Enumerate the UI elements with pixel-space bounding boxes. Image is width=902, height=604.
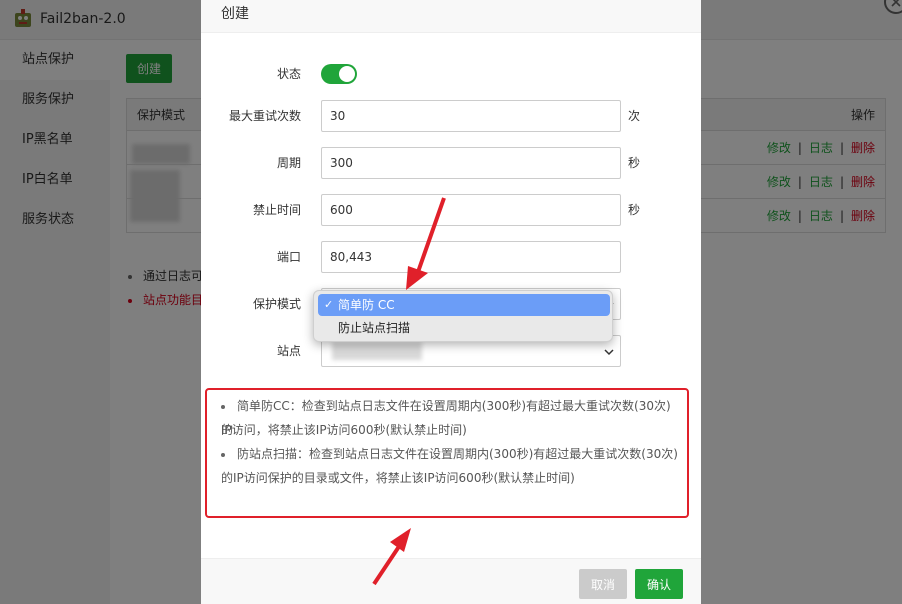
confirm-button[interactable]: 确认 xyxy=(635,569,683,599)
retry-label: 最大重试次数 xyxy=(228,109,301,123)
chevron-down-icon xyxy=(604,349,614,356)
status-label: 状态 xyxy=(276,67,301,81)
dialog-footer: 取消 确认 xyxy=(201,558,701,604)
description-box: 简单防CC：检查到站点日志文件在设置周期内(300秒)有超过最大重试次数(30次… xyxy=(205,388,689,518)
port-row: 端口 xyxy=(201,241,701,273)
create-dialog: 创建 状态 最大重试次数 次 周期 秒 禁止时间 秒 端口 保护模式 站点 xyxy=(201,0,701,604)
description-line: 防站点扫描：检查到站点日志文件在设置周期内(300秒)有超过最大重试次数(30次… xyxy=(221,442,681,466)
mode-label: 保护模式 xyxy=(252,297,301,311)
bullet xyxy=(221,404,225,409)
port-input[interactable] xyxy=(321,241,621,273)
period-input[interactable] xyxy=(321,147,621,179)
option-label: 简单防 CC xyxy=(338,298,395,312)
description-line: 的IP访问保护的目录或文件，将禁止该IP访问600秒(默认禁止时间) xyxy=(221,466,681,490)
check-icon: ✓ xyxy=(324,298,334,311)
site-label: 站点 xyxy=(276,344,301,358)
description-text: 的IP访问保护的目录或文件，将禁止该IP访问600秒(默认禁止时间) xyxy=(221,471,575,485)
option-label: 防止站点扫描 xyxy=(338,321,411,335)
ban-time-input[interactable] xyxy=(321,194,621,226)
description-line: IP访问，将禁止该IP访问600秒(默认禁止时间) xyxy=(221,418,681,442)
ban-time-label: 禁止时间 xyxy=(252,203,301,217)
dropdown-option-simple-cc[interactable]: ✓ 简单防 CC xyxy=(318,294,610,316)
status-toggle[interactable] xyxy=(321,64,357,84)
retry-unit: 次 xyxy=(628,109,641,123)
ban-time-unit: 秒 xyxy=(628,203,641,217)
redacted-block xyxy=(332,342,422,360)
description-text: IP访问，将禁止该IP访问600秒(默认禁止时间) xyxy=(221,423,467,437)
retry-row: 最大重试次数 次 xyxy=(201,100,701,132)
max-retry-input[interactable] xyxy=(321,100,621,132)
ban-time-row: 禁止时间 秒 xyxy=(201,194,701,226)
cancel-button[interactable]: 取消 xyxy=(579,569,627,599)
protection-mode-dropdown: ✓ 简单防 CC 防止站点扫描 xyxy=(313,290,613,342)
period-label: 周期 xyxy=(276,156,301,170)
period-row: 周期 秒 xyxy=(201,147,701,179)
period-unit: 秒 xyxy=(628,156,641,170)
dialog-title: 创建 xyxy=(221,6,249,22)
port-label: 端口 xyxy=(276,250,301,264)
dialog-header: 创建 xyxy=(201,0,701,33)
toggle-knob xyxy=(339,66,355,82)
bullet xyxy=(221,452,225,457)
dropdown-option-anti-scan[interactable]: 防止站点扫描 xyxy=(318,317,610,339)
description-text: 防站点扫描：检查到站点日志文件在设置周期内(300秒)有超过最大重试次数(30次… xyxy=(237,447,678,461)
status-row: 状态 xyxy=(201,58,701,90)
